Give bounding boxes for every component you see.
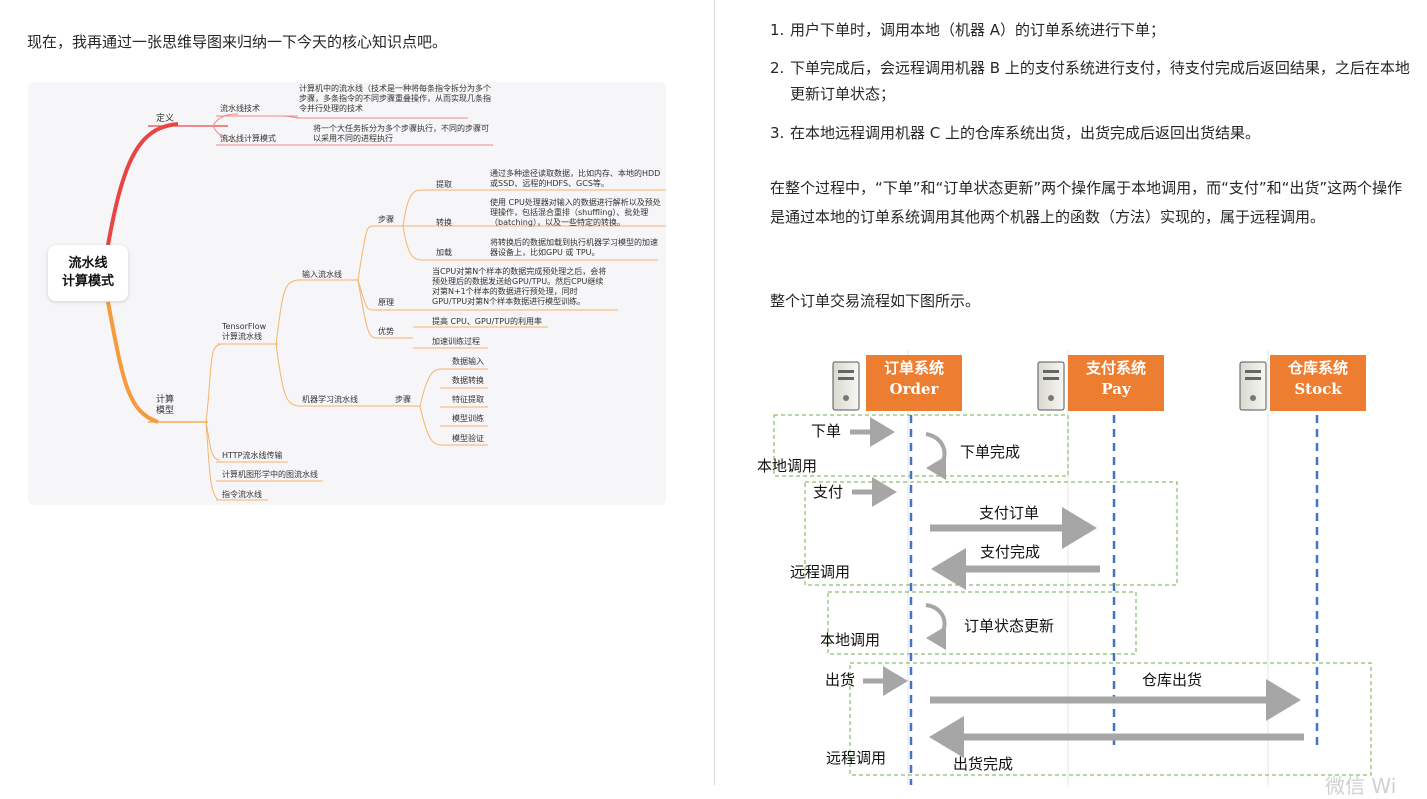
node-graphics: 计算机图形学中的图流水线: [222, 470, 318, 479]
label-ship-done: 出货完成: [953, 755, 1014, 773]
node-transform-desc: 使用 CPU处理器对输入的数据进行解析以及预处理操作，包括混合重排（shuffl…: [490, 198, 661, 227]
node-adv-utilization: 提高 CPU、GPU/TPU的利用率: [432, 317, 542, 326]
label-update: 订单状态更新: [964, 617, 1055, 635]
node-ml-feature: 特征提取: [452, 395, 484, 404]
node-ml-pipeline: 机器学习流水线: [302, 395, 358, 404]
label-pay-done: 支付完成: [980, 543, 1041, 561]
system-pay: 支付系统 Pay: [1068, 355, 1164, 411]
server-icon-stock: [1239, 361, 1267, 411]
label-remote-call-1: 远程调用: [790, 563, 851, 581]
paragraph-call-types: 在整个过程中，“下单”和“订单状态更新”两个操作属于本地调用，而“支付”和“出货…: [770, 179, 1403, 226]
arrow-order-done: [925, 432, 947, 480]
node-pipeline-mode-desc: 将一个大任务拆分为多个步骤执行，不同的步骤可以采用不同的进程执行: [313, 124, 489, 143]
label-pay-order: 支付订单: [979, 504, 1040, 522]
node-extract: 提取: [436, 180, 452, 189]
node-instruction: 指令流水线: [222, 490, 262, 499]
label-warehouse-ship: 仓库出货: [1142, 671, 1203, 689]
node-principle: 原理: [378, 298, 394, 307]
label-order: 下单: [811, 422, 842, 440]
node-tensorflow: TensorFlow 计算流水线: [222, 322, 267, 341]
label-order-done: 下单完成: [960, 443, 1021, 461]
node-pipeline-tech: 流水线技术: [220, 104, 260, 113]
order-flow-diagram: 订单系统 Order 支付系统 Pay 仓库系统 Stock 下单 下单完成 本地调用…: [757, 340, 1427, 785]
system-order: 订单系统 Order: [866, 355, 962, 411]
node-advantage: 优势: [378, 327, 394, 336]
server-icon-pay: [1037, 361, 1065, 411]
node-ml-steps: 步骤: [395, 395, 411, 404]
node-input-pipeline: 输入流水线: [302, 270, 342, 279]
node-steps: 步骤: [378, 215, 394, 224]
node-load: 加载: [436, 248, 452, 257]
node-extract-desc: 通过多种途径读取数据，比如内存、本地的HDD或SSD、远程的HDFS、GCS等。: [490, 169, 661, 188]
intro-text: 现在，我再通过一张思维导图来归纳一下今天的核心知识点吧。: [27, 33, 448, 51]
root-line2: 计算模式: [61, 274, 114, 289]
label-remote-call-2: 远程调用: [826, 749, 887, 767]
paragraph-flow-intro: 整个订单交易流程如下图所示。: [770, 292, 981, 310]
node-load-desc: 将转换后的数据加载到执行机器学习模型的加速器设备上，比如GPU 或 TPU。: [490, 238, 658, 257]
node-adv-speed: 加速训练过程: [432, 337, 480, 346]
node-definition: 定义: [156, 114, 175, 124]
label-local-call-2: 本地调用: [820, 631, 881, 649]
root-line1: 流水线: [68, 256, 108, 271]
node-pipeline-tech-desc: 计算机中的流水线（技术是一种将每条指令拆分为多个步骤，多条指令的不同步骤重叠操作…: [299, 84, 491, 113]
mindmap-image: 流水线 计算模式 定义 流水线技术 计算机中的流水线（技术是一种将每条指令拆分为多…: [28, 82, 666, 505]
node-transform: 转换: [436, 218, 452, 227]
system-stock: 仓库系统 Stock: [1270, 355, 1366, 411]
node-ml-validate: 模型验证: [452, 434, 484, 443]
mindmap-root: 流水线 计算模式: [48, 245, 128, 301]
server-icon-order: [832, 361, 860, 411]
node-compute-model: 计算 模型: [156, 395, 175, 416]
node-ml-train: 模型训练: [452, 414, 484, 423]
node-http: HTTP流水线传输: [222, 451, 283, 460]
right-page: 1. 用户下单时，调用本地（机器 A）的订单系统进行下单； 2. 下单完成后，会…: [715, 0, 1427, 798]
node-ml-data-transform: 数据转换: [452, 376, 484, 385]
node-pipeline-mode: 流水线计算模式: [220, 134, 276, 143]
arrow-update: [925, 603, 947, 650]
label-ship: 出货: [825, 671, 856, 689]
label-pay: 支付: [813, 483, 844, 501]
node-ml-data-input: 数据输入: [452, 357, 484, 366]
node-principle-desc: 当CPU对第N个样本的数据完成预处理之后，会将预处理后的数据发送给GPU/TPU…: [432, 267, 607, 306]
left-page: 现在，我再通过一张思维导图来归纳一下今天的核心知识点吧。 流水线 计算模式 定义…: [0, 0, 714, 785]
label-local-call-1: 本地调用: [757, 457, 818, 475]
group-remote-stock: [849, 662, 1372, 776]
